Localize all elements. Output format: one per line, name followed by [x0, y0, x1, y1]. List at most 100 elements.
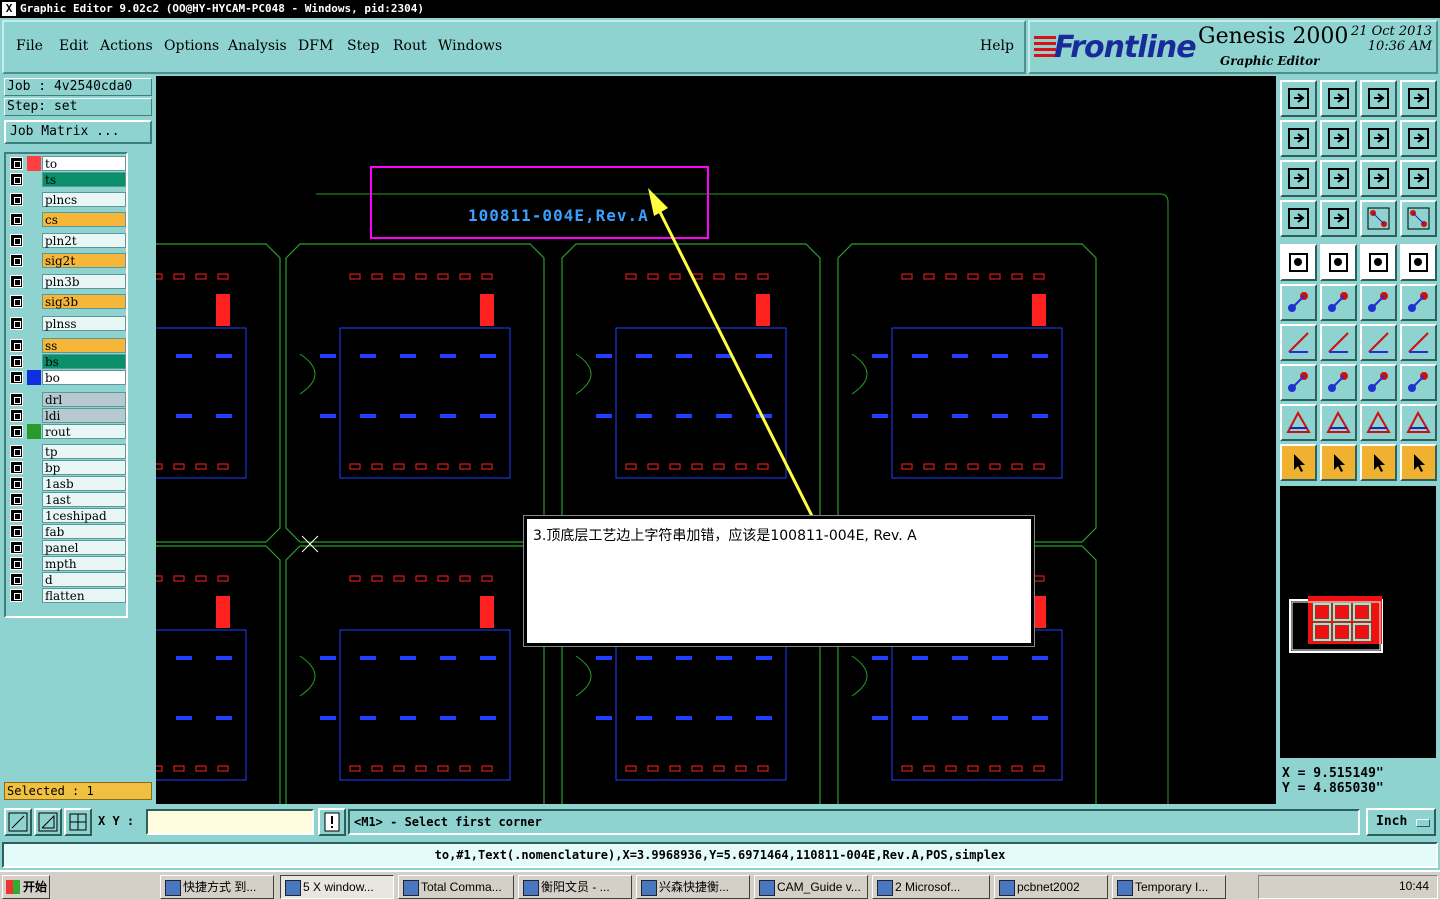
layer-color-swatch[interactable]	[27, 524, 41, 539]
task-clerk[interactable]: 衡阳文员 - ...	[518, 875, 632, 899]
layer-name[interactable]: 1ast	[42, 492, 126, 507]
layer-checkbox[interactable]	[10, 173, 23, 186]
layer-row-1ceshipad[interactable]: 1ceshipad	[8, 508, 126, 523]
home-tool-button[interactable]	[1280, 80, 1317, 117]
point2-tool-button[interactable]	[1400, 284, 1437, 321]
triangle3-tool-button[interactable]	[1360, 404, 1397, 441]
scale-1-2-tool-button[interactable]	[1360, 160, 1397, 197]
layer-row-fab[interactable]: fab	[8, 524, 126, 539]
layer-checkbox[interactable]	[10, 317, 23, 330]
layer-checkbox[interactable]	[10, 573, 23, 586]
menu-step[interactable]: Step	[347, 38, 379, 54]
layer-row-ldi[interactable]: ldi	[8, 408, 126, 423]
layer-name[interactable]: 1ceshipad	[42, 508, 126, 523]
job-matrix-button[interactable]: Job Matrix ...	[4, 120, 152, 144]
parallelogram-tool-button[interactable]	[1320, 244, 1357, 281]
layer-row-sig3b[interactable]: sig3b	[8, 294, 126, 309]
group-tool-button[interactable]	[1400, 364, 1437, 401]
connect-tool-button[interactable]	[1280, 284, 1317, 321]
measure-button[interactable]	[34, 808, 62, 836]
layer-name[interactable]: sig3b	[42, 294, 126, 309]
save-tool-button[interactable]	[1320, 80, 1357, 117]
select2-tool-button[interactable]	[1360, 444, 1397, 481]
fit-tool-button[interactable]	[1280, 160, 1317, 197]
layer-color-swatch[interactable]	[27, 370, 41, 385]
layer-color-swatch[interactable]	[27, 192, 41, 207]
layer-name[interactable]: 1asb	[42, 476, 126, 491]
layer-name[interactable]: panel	[42, 540, 126, 555]
layer-checkbox[interactable]	[10, 157, 23, 170]
layer-row-d[interactable]: d	[8, 572, 126, 587]
layer-name[interactable]: pln3b	[42, 274, 126, 289]
task-microsoft[interactable]: 2 Microsof...	[872, 875, 990, 899]
layer-row-mpth[interactable]: mpth	[8, 556, 126, 571]
layer-color-swatch[interactable]	[27, 338, 41, 353]
line-tool-button[interactable]	[1320, 324, 1357, 361]
minus-tool-button[interactable]	[1320, 364, 1357, 401]
layer-name[interactable]: cs	[42, 212, 126, 227]
box-tool-button[interactable]	[1360, 364, 1397, 401]
ruler-tool-button[interactable]	[1360, 244, 1397, 281]
layer-color-swatch[interactable]	[27, 156, 41, 171]
layer-color-swatch[interactable]	[27, 392, 41, 407]
triangle2-tool-button[interactable]	[1320, 404, 1357, 441]
menu-analysis[interactable]: Analysis	[228, 38, 287, 54]
task-pcbnet[interactable]: pcbnet2002	[994, 875, 1108, 899]
route-tool-button[interactable]	[1400, 120, 1437, 157]
layer-color-swatch[interactable]	[27, 588, 41, 603]
app-icon[interactable]: X	[2, 2, 16, 16]
node-tool-button[interactable]	[1280, 364, 1317, 401]
layer-name[interactable]: plncs	[42, 192, 126, 207]
layer-checkbox[interactable]	[10, 477, 23, 490]
layer-checkbox[interactable]	[10, 445, 23, 458]
house-tool-button[interactable]	[1360, 80, 1397, 117]
tools-tool-button[interactable]	[1280, 200, 1317, 237]
pad-tool-button[interactable]	[1280, 244, 1317, 281]
layer-checkbox[interactable]	[10, 589, 23, 602]
layer-row-plnss[interactable]: plnss	[8, 316, 126, 331]
layer-row-panel[interactable]: panel	[8, 540, 126, 555]
layer-color-swatch[interactable]	[27, 253, 41, 268]
layer-checkbox[interactable]	[10, 234, 23, 247]
layer-checkbox[interactable]	[10, 371, 23, 384]
layer-row-bp[interactable]: bp	[8, 460, 126, 475]
layer-row-bs[interactable]: bs	[8, 354, 126, 369]
layer-color-swatch[interactable]	[27, 354, 41, 369]
layer-name[interactable]: d	[42, 572, 126, 587]
layer-row-ss[interactable]: ss	[8, 338, 126, 353]
export-tool-button[interactable]	[1320, 120, 1357, 157]
layer-name[interactable]: bp	[42, 460, 126, 475]
layer-checkbox[interactable]	[10, 355, 23, 368]
xy-input[interactable]	[146, 809, 314, 835]
layer-row-1ast[interactable]: 1ast	[8, 492, 126, 507]
layer-color-swatch[interactable]	[27, 233, 41, 248]
zoom-window-button[interactable]	[4, 808, 32, 836]
layer-checkbox[interactable]	[10, 493, 23, 506]
layer-checkbox[interactable]	[10, 461, 23, 474]
task-cam-guide[interactable]: CAM_Guide v...	[754, 875, 868, 899]
task-shortcut[interactable]: 快捷方式 到...	[160, 875, 274, 899]
point-tool-button[interactable]	[1360, 284, 1397, 321]
layer-row-flatten[interactable]: flatten	[8, 588, 126, 603]
layer-checkbox[interactable]	[10, 409, 23, 422]
layer-name[interactable]: ldi	[42, 408, 126, 423]
layer-red2-tool-button[interactable]	[1400, 200, 1437, 237]
layer-name[interactable]: tp	[42, 444, 126, 459]
layer-checkbox[interactable]	[10, 393, 23, 406]
pcb-drawing[interactable]	[156, 76, 1276, 804]
layer-checkbox[interactable]	[10, 339, 23, 352]
layer-checkbox[interactable]	[10, 295, 23, 308]
units-select[interactable]: Inch	[1366, 808, 1436, 836]
layer-checkbox[interactable]	[10, 193, 23, 206]
layer-color-swatch[interactable]	[27, 476, 41, 491]
layer-name[interactable]: ss	[42, 338, 126, 353]
menu-windows[interactable]: Windows	[438, 38, 502, 54]
layer-row-1asb[interactable]: 1asb	[8, 476, 126, 491]
layer-name[interactable]: plnss	[42, 316, 126, 331]
layer-row-ts[interactable]: ts	[8, 172, 126, 187]
menu-rout[interactable]: Rout	[393, 38, 427, 54]
layer-color-swatch[interactable]	[27, 212, 41, 227]
layer-row-sig2t[interactable]: sig2t	[8, 253, 126, 268]
layer-row-plncs[interactable]: plncs	[8, 192, 126, 207]
split-tool-button[interactable]	[1400, 80, 1437, 117]
